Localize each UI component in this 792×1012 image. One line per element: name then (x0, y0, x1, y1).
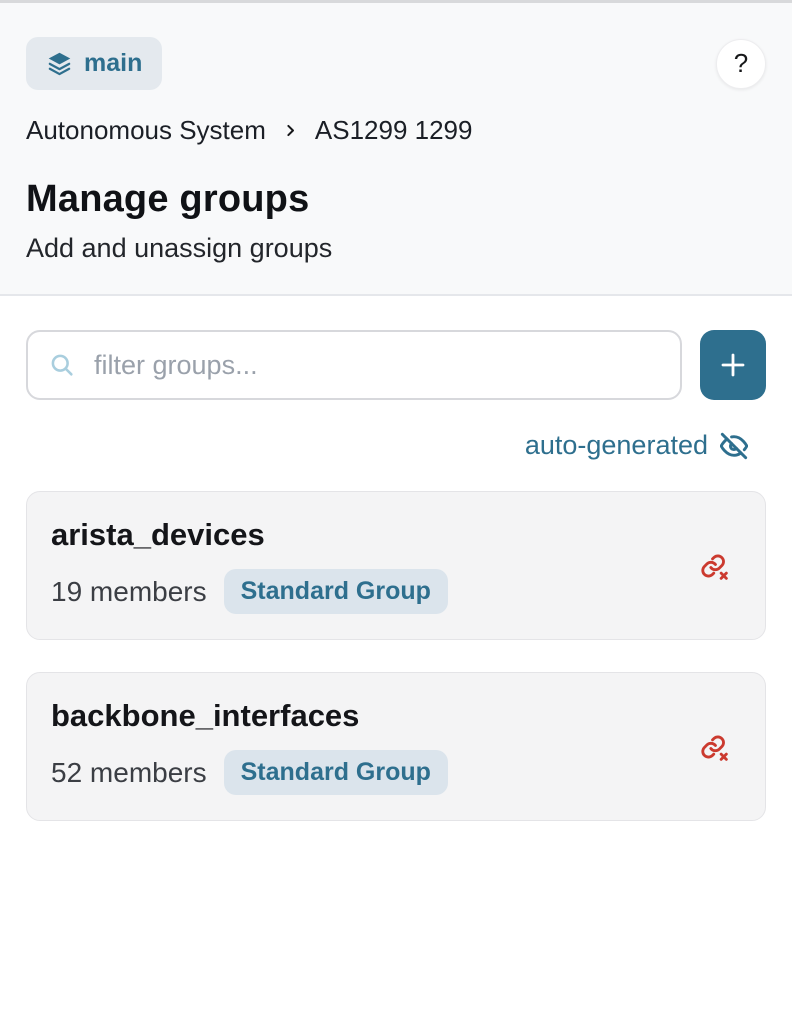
groups-panel: auto-generated arista_devices 19 members… (0, 296, 792, 861)
group-name: backbone_interfaces (51, 698, 741, 734)
page-subtitle: Add and unassign groups (26, 233, 766, 264)
question-mark-icon: ? (734, 48, 748, 79)
group-card: backbone_interfaces 52 members Standard … (26, 672, 766, 821)
unassign-group-button[interactable] (693, 726, 735, 768)
search-icon (48, 351, 76, 379)
group-kind-badge: Standard Group (224, 750, 448, 795)
breadcrumb-item-autonomous-system[interactable]: Autonomous System (26, 115, 266, 146)
group-members: 19 members (51, 576, 207, 608)
group-members: 52 members (51, 757, 207, 789)
filter-groups-input[interactable] (94, 350, 660, 381)
filter-input-wrapper (26, 330, 682, 400)
group-meta: 19 members Standard Group (51, 569, 741, 614)
page-header: main ? Autonomous System AS1299 1299 Man… (0, 3, 792, 296)
unlink-icon (697, 730, 731, 764)
branch-badge[interactable]: main (26, 37, 162, 90)
breadcrumb: Autonomous System AS1299 1299 (26, 115, 766, 146)
groups-toolbar (26, 330, 766, 400)
auto-generated-label: auto-generated (525, 430, 708, 461)
unassign-group-button[interactable] (693, 545, 735, 587)
group-name: arista_devices (51, 517, 741, 553)
layers-icon (46, 50, 73, 77)
add-group-button[interactable] (700, 330, 766, 400)
eye-off-icon (720, 432, 748, 460)
unlink-icon (697, 549, 731, 583)
group-card: arista_devices 19 members Standard Group (26, 491, 766, 640)
group-meta: 52 members Standard Group (51, 750, 741, 795)
chevron-right-icon (282, 122, 299, 139)
page-title: Manage groups (26, 178, 766, 221)
group-kind-badge: Standard Group (224, 569, 448, 614)
plus-icon (717, 349, 749, 381)
auto-generated-toggle[interactable]: auto-generated (26, 430, 748, 461)
topbar: main ? (26, 37, 766, 90)
help-button[interactable]: ? (716, 39, 766, 89)
branch-name: main (84, 49, 142, 78)
breadcrumb-item-as1299: AS1299 1299 (315, 115, 473, 146)
